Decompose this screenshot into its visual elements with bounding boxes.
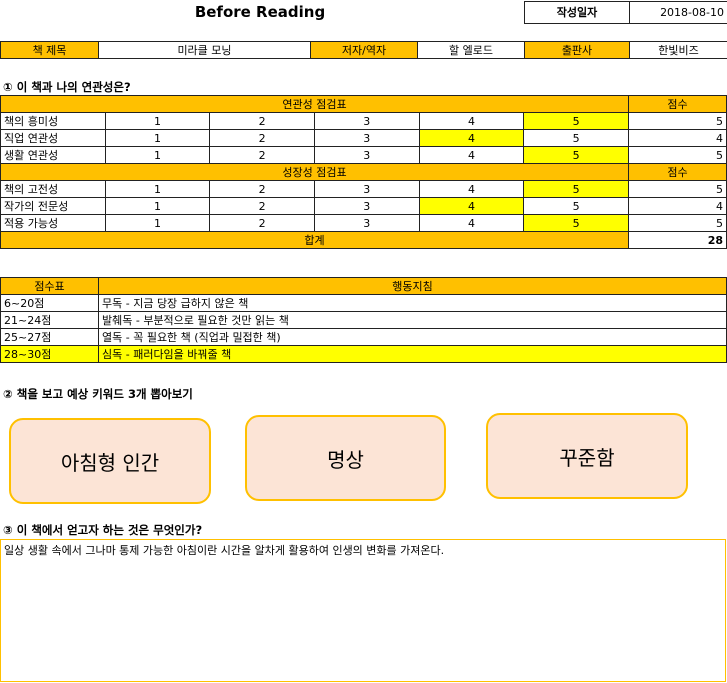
table-row: 21~24점 발췌독 - 부분적으로 필요한 것만 읽는 책 bbox=[0, 311, 727, 329]
row-label: 생활 연관성 bbox=[0, 146, 106, 164]
scale-cell-selected[interactable]: 5 bbox=[523, 180, 629, 198]
scale-cell[interactable]: 4 bbox=[418, 214, 525, 232]
score-cell: 4 bbox=[628, 197, 727, 215]
keyword-text: 꾸준함 bbox=[559, 445, 615, 470]
scale-cell-selected[interactable]: 4 bbox=[418, 197, 525, 215]
guide-action: 무독 - 지금 당장 급하지 않은 책 bbox=[98, 294, 727, 312]
scale-cell[interactable]: 1 bbox=[104, 214, 211, 232]
scale-cell[interactable]: 2 bbox=[209, 214, 315, 232]
score-cell: 5 bbox=[628, 146, 727, 164]
guide-col-score: 점수표 bbox=[0, 277, 99, 295]
row-label: 작가의 전문성 bbox=[0, 197, 106, 215]
answer-box[interactable]: 일상 생활 속에서 그나마 통제 가능한 아침이란 시간을 알차게 활용하여 인… bbox=[0, 539, 726, 682]
total-value: 28 bbox=[628, 231, 727, 249]
growth-header: 성장성 점검표 bbox=[0, 163, 629, 181]
row-label: 책의 고전성 bbox=[0, 180, 106, 198]
guide-range: 28~30점 bbox=[0, 345, 99, 363]
row-label: 책의 흥미성 bbox=[0, 112, 106, 130]
score-cell: 4 bbox=[628, 129, 727, 147]
score-cell: 5 bbox=[628, 214, 727, 232]
book-publisher-value[interactable]: 한빛비즈 bbox=[629, 41, 727, 59]
scale-cell[interactable]: 4 bbox=[418, 180, 525, 198]
scale-cell[interactable]: 5 bbox=[523, 129, 629, 147]
book-publisher-label: 출판사 bbox=[524, 41, 630, 59]
section3-heading: ③ 이 책에서 얻고자 하는 것은 무엇인가? bbox=[3, 523, 203, 537]
guide-action: 열독 - 꼭 필요한 책 (직업과 밀접한 책) bbox=[98, 328, 727, 346]
table-row: 작가의 전문성 1 2 3 4 5 4 bbox=[0, 197, 727, 215]
guide-col-action: 행동지침 bbox=[98, 277, 727, 295]
scale-cell[interactable]: 1 bbox=[104, 180, 211, 198]
row-label: 적용 가능성 bbox=[0, 214, 106, 232]
section1-heading: ① 이 책과 나의 연관성은? bbox=[3, 80, 131, 94]
table-row: 25~27점 열독 - 꼭 필요한 책 (직업과 밀접한 책) bbox=[0, 328, 727, 346]
table-row: 6~20점 무독 - 지금 당장 급하지 않은 책 bbox=[0, 294, 727, 312]
table-row: 책의 고전성 1 2 3 4 5 5 bbox=[0, 180, 727, 198]
scale-cell[interactable]: 1 bbox=[104, 112, 211, 130]
date-table: 작성일자 2018-08-10 bbox=[524, 1, 727, 24]
date-value[interactable]: 2018-08-10 bbox=[629, 1, 727, 24]
scale-cell[interactable]: 1 bbox=[104, 129, 211, 147]
answer-text: 일상 생활 속에서 그나마 통제 가능한 아침이란 시간을 알차게 활용하여 인… bbox=[4, 544, 445, 557]
table-row: 책의 흥미성 1 2 3 4 5 5 bbox=[0, 112, 727, 130]
scale-cell[interactable]: 3 bbox=[313, 180, 420, 198]
book-info-table: 책 제목 미라클 모닝 저자/역자 할 엘로드 출판사 한빛비즈 bbox=[0, 41, 727, 59]
guide-action: 심독 - 패러다임을 바꿔줄 책 bbox=[98, 345, 727, 363]
section2-heading: ② 책을 보고 예상 키워드 3개 뽑아보기 bbox=[3, 387, 193, 401]
table-row: 직업 연관성 1 2 3 4 5 4 bbox=[0, 129, 727, 147]
keyword-box-2[interactable]: 명상 bbox=[245, 415, 446, 501]
keyword-box-3[interactable]: 꾸준함 bbox=[486, 413, 688, 499]
table-row: 생활 연관성 1 2 3 4 5 5 bbox=[0, 146, 727, 164]
scale-cell[interactable]: 3 bbox=[313, 214, 420, 232]
growth-score-header: 점수 bbox=[628, 163, 727, 181]
relevance-score-header: 점수 bbox=[628, 95, 727, 113]
guide-range: 25~27점 bbox=[0, 328, 99, 346]
keyword-text: 아침형 인간 bbox=[60, 450, 160, 475]
guide-range: 21~24점 bbox=[0, 311, 99, 329]
scale-cell[interactable]: 1 bbox=[104, 146, 211, 164]
date-label: 작성일자 bbox=[524, 1, 630, 24]
scale-cell[interactable]: 4 bbox=[418, 146, 525, 164]
keyword-text: 명상 bbox=[327, 447, 364, 472]
scale-cell[interactable]: 2 bbox=[209, 129, 315, 147]
scale-cell-selected[interactable]: 4 bbox=[418, 129, 525, 147]
guide-range: 6~20점 bbox=[0, 294, 99, 312]
book-author-label: 저자/역자 bbox=[310, 41, 418, 59]
relevance-header: 연관성 점검표 bbox=[0, 95, 629, 113]
score-cell: 5 bbox=[628, 180, 727, 198]
scale-cell-selected[interactable]: 5 bbox=[523, 112, 629, 130]
keyword-box-1[interactable]: 아침형 인간 bbox=[9, 418, 211, 504]
scale-cell[interactable]: 2 bbox=[209, 180, 315, 198]
book-author-value[interactable]: 할 엘로드 bbox=[417, 41, 525, 59]
table-row-highlighted: 28~30점 심독 - 패러다임을 바꿔줄 책 bbox=[0, 345, 727, 363]
scale-cell[interactable]: 3 bbox=[313, 129, 420, 147]
relevance-table: 연관성 점검표 점수 책의 흥미성 1 2 3 4 5 5 직업 연관성 1 2… bbox=[0, 95, 727, 249]
scale-cell[interactable]: 3 bbox=[313, 112, 420, 130]
book-title-value[interactable]: 미라클 모닝 bbox=[98, 41, 311, 59]
guide-action: 발췌독 - 부분적으로 필요한 것만 읽는 책 bbox=[98, 311, 727, 329]
scale-cell-selected[interactable]: 5 bbox=[523, 146, 629, 164]
score-cell: 5 bbox=[628, 112, 727, 130]
scale-cell[interactable]: 4 bbox=[418, 112, 525, 130]
scale-cell[interactable]: 1 bbox=[104, 197, 211, 215]
scale-cell[interactable]: 3 bbox=[313, 197, 420, 215]
scale-cell[interactable]: 5 bbox=[523, 197, 629, 215]
scale-cell[interactable]: 2 bbox=[209, 197, 315, 215]
scale-cell-selected[interactable]: 5 bbox=[523, 214, 629, 232]
guide-table: 점수표 행동지침 6~20점 무독 - 지금 당장 급하지 않은 책 21~24… bbox=[0, 277, 727, 363]
scale-cell[interactable]: 2 bbox=[209, 112, 315, 130]
scale-cell[interactable]: 3 bbox=[313, 146, 420, 164]
row-label: 직업 연관성 bbox=[0, 129, 106, 147]
total-label: 합계 bbox=[0, 231, 629, 249]
scale-cell[interactable]: 2 bbox=[209, 146, 315, 164]
book-title-label: 책 제목 bbox=[0, 41, 99, 59]
page-title: Before Reading bbox=[194, 3, 326, 21]
table-row: 적용 가능성 1 2 3 4 5 5 bbox=[0, 214, 727, 232]
